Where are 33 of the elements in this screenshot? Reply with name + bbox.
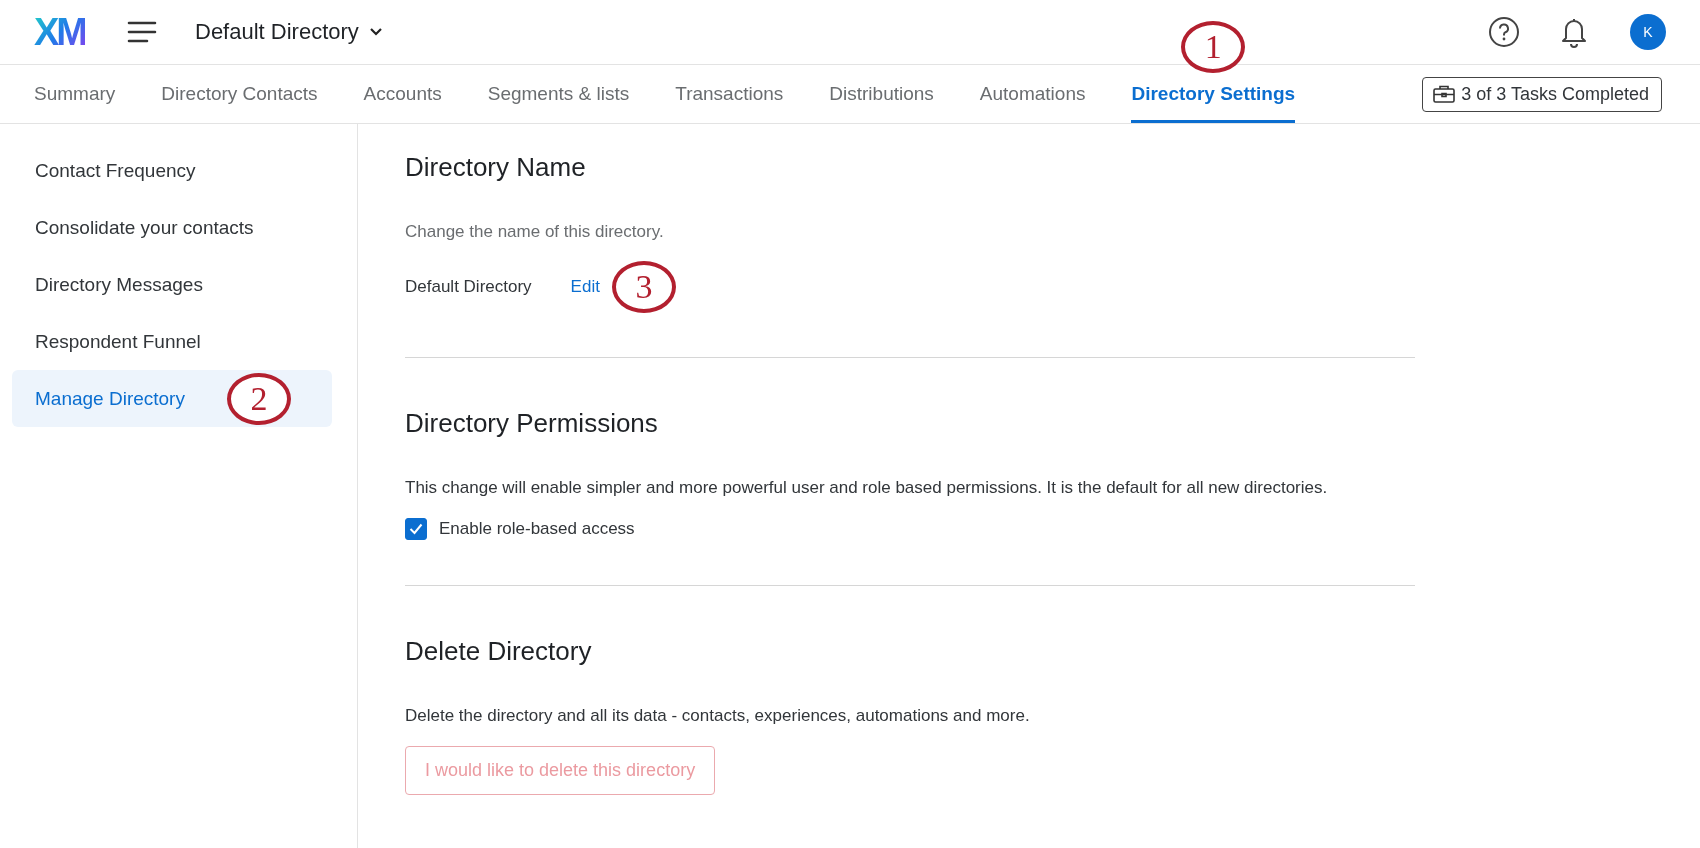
caret-icon [368, 27, 383, 37]
section-heading: Directory Name [405, 152, 587, 184]
help-icon[interactable] [1488, 16, 1520, 48]
section-description: This change will enable simpler and more powerful user and role based permissions. It is the default for all new directories. [405, 478, 1329, 498]
checkbox[interactable] [405, 518, 427, 540]
nav-tab[interactable]: Segments & lists [487, 65, 630, 123]
directory-dropdown[interactable]: Default Directory [195, 19, 383, 45]
section-description: Change the name of this directory. [405, 222, 665, 242]
nav-tab[interactable]: Transactions [675, 65, 784, 123]
menu-icon[interactable] [127, 21, 157, 43]
nav-tab[interactable]: Summary [34, 65, 116, 123]
section-description: Delete the directory and all its data - contacts, experiences, automations and more. [405, 706, 1031, 726]
checkbox-label: Enable role-based access [439, 519, 635, 539]
sidebar-item[interactable]: Respondent Funnel [12, 313, 332, 370]
briefcase-icon [1433, 85, 1456, 103]
directory-name: Default Directory [405, 277, 532, 297]
user-avatar[interactable]: K [1630, 14, 1666, 50]
tasks-label: 3 of 3 Tasks Completed [1461, 83, 1649, 105]
sidebar-item[interactable]: Consolidate your contacts [12, 199, 332, 256]
callout-number: 1 [1181, 21, 1246, 73]
tasks-button[interactable]: 3 of 3 Tasks Completed [1422, 76, 1662, 112]
edit-link[interactable]: Edit [570, 277, 600, 297]
nav-tab[interactable]: Directory Contacts [161, 65, 318, 123]
nav-tab[interactable]: Accounts [363, 65, 442, 123]
checkmark-icon [409, 523, 423, 535]
notification-bell-icon[interactable] [1560, 16, 1588, 48]
callout-number: 3 [611, 261, 676, 313]
section-heading: Directory Permissions [405, 408, 659, 440]
nav-tab[interactable]: Distributions [829, 65, 934, 123]
sidebar-item[interactable]: Directory Messages [12, 256, 332, 313]
nav-tab[interactable]: Automations [979, 65, 1086, 123]
sidebar-item[interactable]: Contact Frequency [12, 142, 332, 199]
section-heading: Delete Directory [405, 636, 593, 668]
